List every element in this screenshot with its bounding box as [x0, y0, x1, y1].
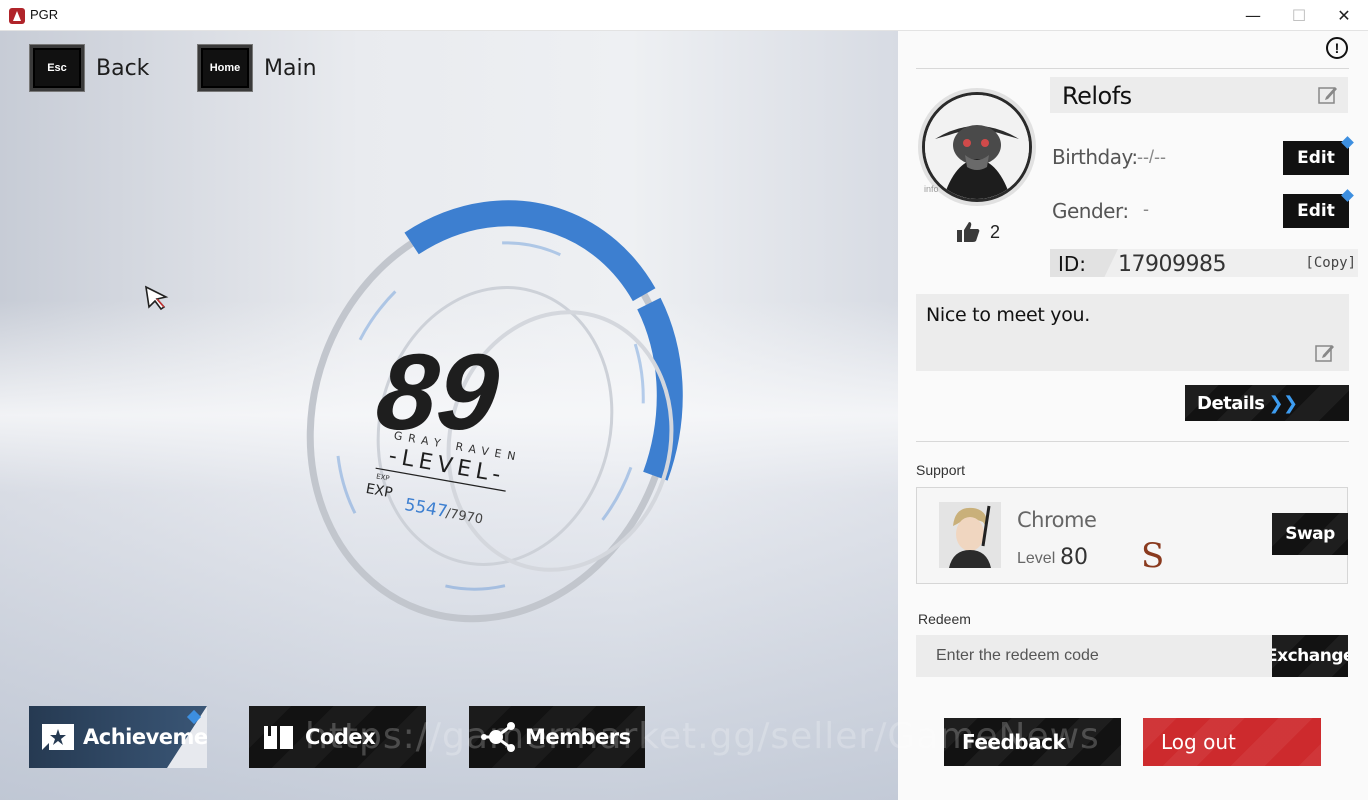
swap-label: Swap — [1285, 524, 1335, 544]
achievements-label: Achievements — [83, 725, 207, 749]
thumbs-up-icon — [957, 222, 980, 242]
exchange-label: Exchange — [1272, 646, 1348, 666]
support-character-portrait — [939, 502, 1001, 568]
home-key-icon: Home — [198, 45, 252, 91]
edit-name-icon[interactable] — [1318, 85, 1338, 105]
main-button[interactable]: Home Main — [198, 45, 317, 91]
birthday-label: Birthday: — [1052, 145, 1138, 169]
exp-small-label: EXP — [376, 472, 391, 482]
app-logo-icon — [9, 8, 25, 24]
player-id-row: ID: 17909985 [Copy] — [1050, 249, 1358, 277]
level-number: 89 — [371, 331, 504, 452]
gender-value: - — [1143, 199, 1149, 219]
minimize-button[interactable]: — — [1230, 0, 1276, 31]
edit-signature-icon[interactable] — [1315, 343, 1335, 363]
player-id: 17909985 — [1118, 252, 1226, 277]
likes-counter[interactable]: 2 — [956, 221, 1000, 243]
back-button[interactable]: Esc Back — [30, 45, 149, 91]
level-ring: 89 GRAY RAVEN -LEVEL- EXP EXP 5547 /7970 — [297, 200, 683, 632]
birthday-value: --/-- — [1137, 147, 1166, 167]
likes-count: 2 — [990, 221, 1001, 242]
notification-dot — [1341, 189, 1354, 202]
id-label: ID: — [1058, 252, 1087, 276]
signature-text: Nice to meet you. — [926, 304, 1091, 326]
redeem-section-label: Redeem — [918, 611, 971, 627]
details-label: Details — [1197, 392, 1265, 414]
back-label: Back — [96, 55, 150, 81]
exchange-button[interactable]: Exchange — [1272, 635, 1348, 677]
main-label: Main — [264, 55, 317, 81]
window-title: PGR — [30, 7, 59, 22]
exp-current: 5547 — [403, 495, 449, 522]
title-bar: PGR — ☐ ✕ — [0, 0, 1368, 31]
info-icon[interactable]: ! — [1326, 37, 1348, 59]
gender-label: Gender: — [1052, 199, 1129, 223]
esc-key-icon: Esc — [30, 45, 84, 91]
player-name: Relofs — [1062, 82, 1132, 110]
achievements-icon — [41, 722, 75, 752]
maximize-button[interactable]: ☐ — [1276, 0, 1322, 31]
double-chevron-right-icon: ❯❯ — [1268, 392, 1298, 414]
level-panel: Esc Back Home Main 89 GRAY RAVEN -LEVEL- — [0, 31, 898, 800]
edit-birthday-label: Edit — [1297, 148, 1335, 168]
exp-total: /7970 — [445, 506, 485, 527]
edit-gender-label: Edit — [1297, 201, 1335, 221]
edit-gender-button[interactable]: Edit — [1283, 189, 1354, 228]
notification-dot — [1341, 136, 1354, 149]
achievements-button[interactable]: Achievements — [29, 706, 207, 768]
details-button[interactable]: Details ❯❯ — [1185, 385, 1349, 421]
support-section-label: Support — [916, 462, 966, 478]
close-button[interactable]: ✕ — [1321, 0, 1367, 31]
divider — [916, 68, 1349, 69]
copy-id-button[interactable]: [Copy] — [1305, 255, 1356, 271]
profile-panel: ! info 2 Relofs Birthday: --/-- Edit Gen… — [898, 31, 1368, 800]
divider — [916, 441, 1349, 442]
redeem-code-container — [916, 635, 1272, 677]
support-rank: S — [1141, 536, 1165, 576]
support-level-label: Level — [1017, 550, 1056, 567]
signature-field[interactable]: Nice to meet you. — [916, 294, 1349, 371]
swap-button[interactable]: Swap — [1272, 513, 1348, 555]
mouse-cursor-icon — [144, 285, 169, 311]
edit-birthday-button[interactable]: Edit — [1283, 136, 1354, 175]
support-level-value: 80 — [1060, 545, 1088, 570]
player-name-field: Relofs — [1050, 77, 1348, 113]
watermark: https://gamermarket.gg/seller/GameNews — [305, 716, 1100, 757]
logout-button[interactable]: Log out — [1143, 718, 1321, 766]
exp-label: EXP — [365, 481, 394, 501]
redeem-code-input[interactable] — [916, 635, 1272, 677]
logout-label: Log out — [1161, 730, 1236, 754]
book-icon — [261, 722, 297, 752]
support-character-name: Chrome — [1017, 508, 1097, 532]
avatar-caption: info — [924, 184, 939, 194]
